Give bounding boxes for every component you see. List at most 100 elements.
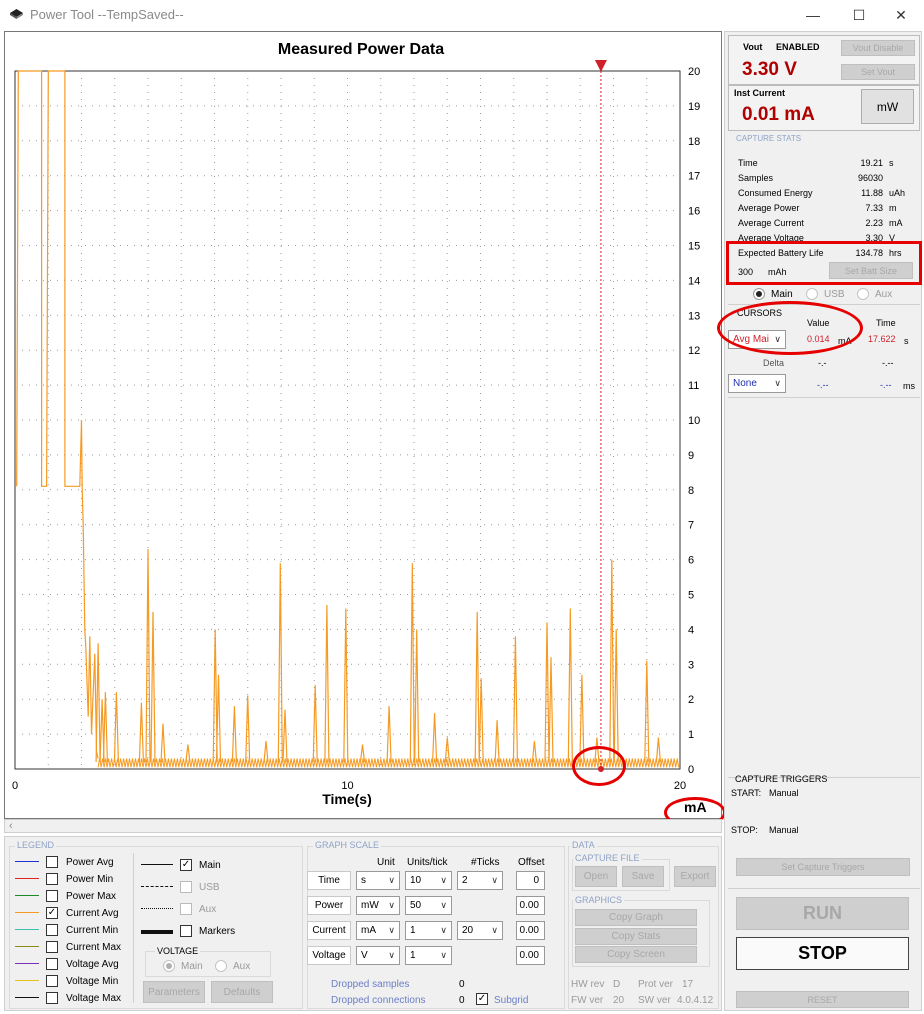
y-tick-label: 1 [688, 729, 694, 741]
mw-button[interactable]: mW [861, 89, 914, 124]
chevron-down-icon: ∨ [388, 875, 395, 885]
scale-row-0-ticks: 2 [462, 875, 468, 886]
chevron-down-icon: ∨ [440, 875, 447, 885]
channel-usb-label: USB [824, 289, 845, 300]
channel-line-2 [141, 908, 173, 909]
x-axis-title: Time(s) [322, 791, 372, 807]
chevron-down-icon: ∨ [440, 950, 447, 960]
channel-aux-label: Aux [875, 289, 893, 300]
scale-row-3-unit-select[interactable]: V ∨ [356, 946, 400, 965]
reset-button[interactable]: RESET [736, 991, 909, 1008]
chevron-down-icon: ∨ [440, 900, 447, 910]
open-button[interactable]: Open [575, 866, 617, 887]
scale-row-2-units-per-tick-select[interactable]: 1 ∨ [405, 921, 452, 940]
y-tick-label: 11 [688, 380, 699, 392]
scale-row-2-offset-input[interactable]: 0.00 [516, 921, 545, 940]
channel-checkbox-3[interactable] [180, 925, 192, 937]
inst-current-value: 0.01 mA [742, 104, 815, 125]
export-button[interactable]: Export [674, 866, 716, 887]
power-chart[interactable]: 012345678910111213141516171819200 10 20 [0, 60, 722, 790]
channel-aux-radio[interactable] [857, 288, 869, 300]
scale-row-1-offset-input[interactable]: 0.00 [516, 896, 545, 915]
scale-row-2-ticks: 20 [462, 925, 474, 936]
stat-key-4: Average Current [738, 218, 804, 228]
legend-checkbox-6[interactable] [46, 958, 58, 970]
legend-checkbox-1[interactable] [46, 873, 58, 885]
subgrid-checkbox[interactable]: ✓ [476, 993, 488, 1005]
copy-graph-button[interactable]: Copy Graph [575, 909, 697, 926]
chevron-down-icon: ∨ [388, 900, 395, 910]
channel-usb-radio[interactable] [806, 288, 818, 300]
channel-main-radio[interactable] [753, 288, 765, 300]
horizontal-scrollbar[interactable]: ‹ [4, 819, 722, 833]
legend-label-4: Current Min [66, 925, 119, 936]
channel-line-3 [141, 930, 173, 934]
y-tick-label: 12 [688, 345, 700, 357]
set-capture-triggers-button[interactable]: Set Capture Triggers [736, 858, 910, 876]
channel-checkbox-2[interactable] [180, 903, 192, 915]
window-title: Power Tool --TempSaved-- [30, 7, 184, 22]
prot-ver-value: 17 [682, 979, 694, 990]
save-button[interactable]: Save [622, 866, 664, 887]
trigger-start-value: Manual [769, 788, 799, 798]
scroll-left-icon[interactable]: ‹ [9, 820, 13, 832]
cursor2-select[interactable]: None ∨ [728, 374, 786, 393]
stop-button[interactable]: STOP [736, 937, 909, 970]
offset-header: Offset [518, 857, 545, 868]
channel-checkbox-0[interactable]: ✓ [180, 859, 192, 871]
scale-row-0-unit-select[interactable]: s ∨ [356, 871, 400, 890]
inst-current-label: Inst Current [734, 88, 786, 98]
sw-ver-value: 4.0.4.12 [677, 995, 714, 1006]
hw-rev-value: D [613, 979, 621, 990]
legend-checkbox-3[interactable]: ✓ [46, 907, 58, 919]
channel-label-1: USB [199, 882, 220, 893]
delta-value: -.- [818, 358, 827, 368]
scale-row-2-unit-select[interactable]: mA ∨ [356, 921, 400, 940]
parameters-button[interactable]: Parameters [143, 981, 205, 1003]
channel-checkbox-1[interactable] [180, 881, 192, 893]
maximize-button[interactable]: ☐ [836, 0, 882, 30]
subgrid-label: Subgrid [494, 995, 529, 1006]
scale-row-0-units-per-tick-select[interactable]: 10 ∨ [405, 871, 452, 890]
scale-row-0-offset-input[interactable]: 0 [516, 871, 545, 890]
graph-scale-label: GRAPH SCALE [313, 840, 382, 850]
legend-checkbox-2[interactable] [46, 890, 58, 902]
legend-line-2 [15, 895, 39, 896]
legend-checkbox-5[interactable] [46, 941, 58, 953]
legend-label-1: Power Min [66, 874, 114, 885]
legend-checkbox-7[interactable] [46, 975, 58, 987]
channel-line-1 [141, 886, 173, 887]
voltage-main-radio[interactable] [163, 960, 175, 972]
legend-checkbox-0[interactable] [46, 856, 58, 868]
legend-line-7 [15, 980, 39, 981]
scale-row-1-unit-select[interactable]: mW ∨ [356, 896, 400, 915]
set-vout-button[interactable]: Set Vout [841, 64, 915, 80]
run-button[interactable]: RUN [736, 897, 909, 930]
x-tick-label: 10 [341, 780, 353, 790]
legend-line-3 [15, 912, 39, 913]
scale-row-3-offset-input[interactable]: 0.00 [516, 946, 545, 965]
stat-value-0: 19.21 [860, 158, 883, 168]
y-tick-label: 6 [688, 555, 694, 567]
legend-checkbox-8[interactable] [46, 992, 58, 1004]
chevron-down-icon: ∨ [491, 875, 498, 885]
cursor2-select-value: None [733, 378, 757, 389]
defaults-button[interactable]: Defaults [211, 981, 273, 1003]
minimize-button[interactable]: — [790, 0, 836, 30]
legend-line-0 [15, 861, 39, 862]
stat-value-1: 96030 [857, 173, 883, 183]
y-tick-label: 9 [688, 450, 694, 462]
legend-checkbox-4[interactable] [46, 924, 58, 936]
scale-row-2-ticks-select[interactable]: 20 ∨ [457, 921, 503, 940]
close-button[interactable]: ✕ [878, 0, 924, 30]
voltage-aux-radio[interactable] [215, 960, 227, 972]
scale-row-1-units-per-tick-select[interactable]: 50 ∨ [405, 896, 452, 915]
voltage-group-label: VOLTAGE [155, 946, 201, 956]
scale-row-3-units-per-tick-select[interactable]: 1 ∨ [405, 946, 452, 965]
copy-stats-button[interactable]: Copy Stats [575, 928, 697, 945]
vout-disable-button[interactable]: Vout Disable [841, 40, 915, 56]
scale-row-0-ticks-select[interactable]: 2 ∨ [457, 871, 503, 890]
legend-line-8 [15, 997, 39, 998]
control-panel: LEGEND Power Avg Power Min Power Max ✓ C… [4, 836, 722, 1011]
copy-screen-button[interactable]: Copy Screen [575, 946, 697, 963]
